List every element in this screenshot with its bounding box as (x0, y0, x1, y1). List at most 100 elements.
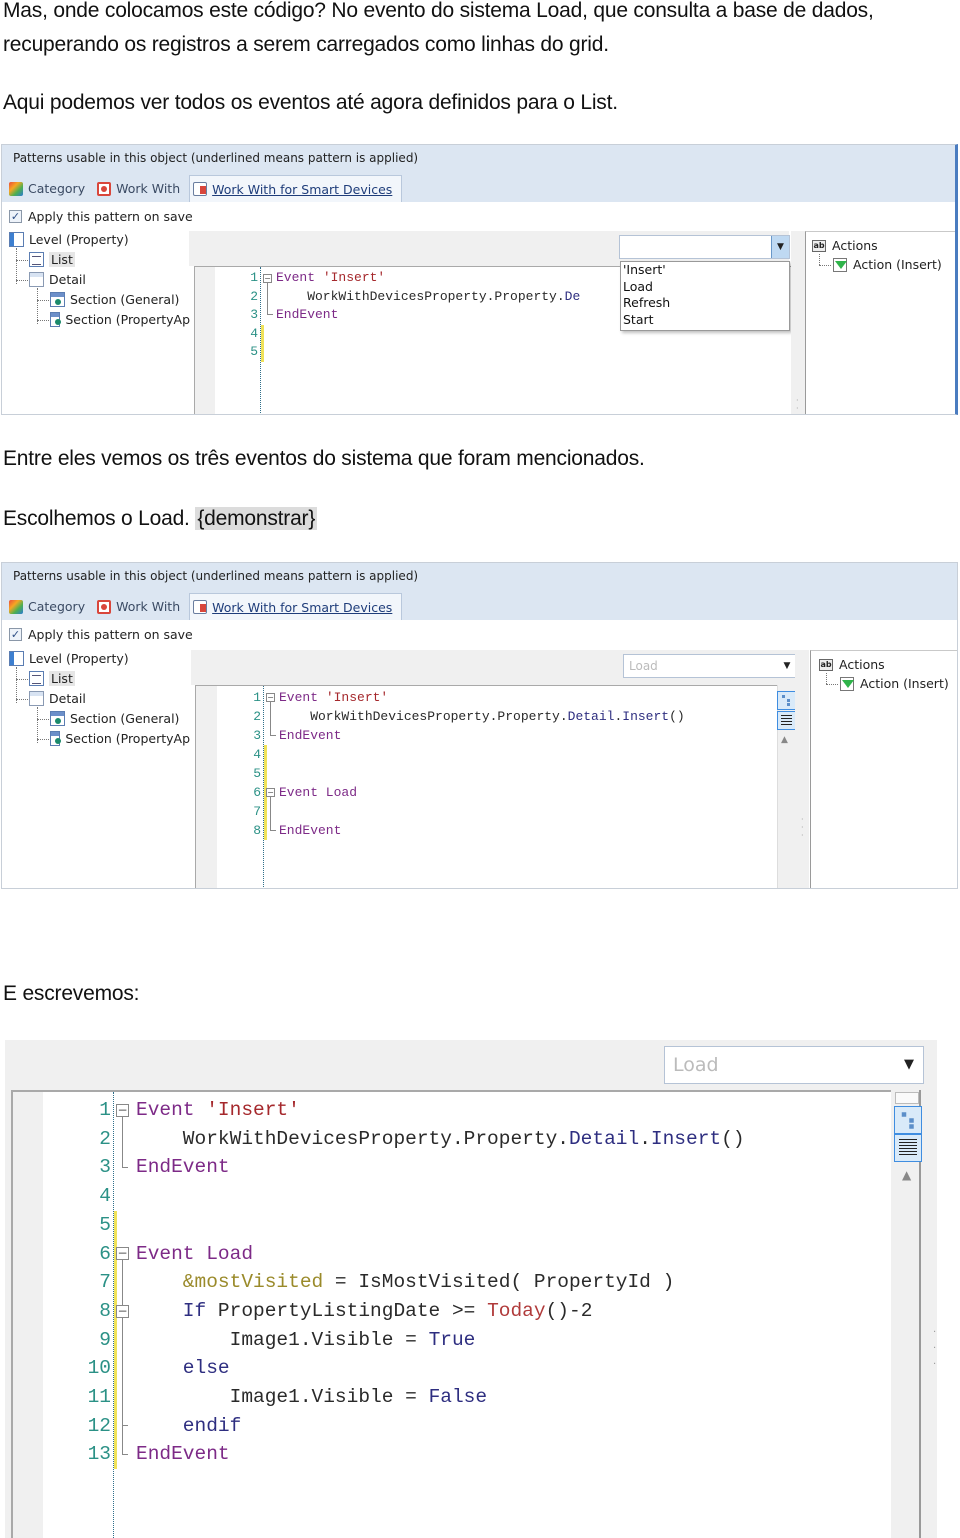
actions-root[interactable]: ab Actions (812, 238, 878, 253)
fold-guide (267, 282, 268, 316)
collapse-toggle-icon[interactable]: − (116, 1103, 129, 1117)
event-selector-combo[interactable]: ▼ (619, 235, 790, 259)
actions-panel: ab Actions Action (Insert) (805, 231, 955, 414)
apply-pattern-checkbox-row[interactable]: ✓ Apply this pattern on save (9, 627, 193, 642)
code-line[interactable]: WorkWithDevicesProperty.Property.Detail.… (136, 1125, 745, 1154)
action-label: Action (Insert) (853, 257, 942, 272)
category-icon (9, 181, 23, 196)
editor-margin (13, 1092, 43, 1538)
code-token: Event (279, 690, 326, 705)
tab-work-with[interactable]: Work With (94, 175, 189, 202)
scroll-up-icon[interactable]: ▲ (781, 735, 788, 745)
tab-work-with-smart-devices[interactable]: Work With for Smart Devices (189, 175, 403, 202)
collapse-toggle-icon[interactable]: − (116, 1304, 129, 1318)
format-code-button[interactable] (894, 1134, 922, 1162)
code-line[interactable]: Event 'Insert' (136, 1096, 300, 1125)
fold-guide-end (122, 1453, 128, 1455)
align-lines-icon (781, 715, 792, 726)
tab-category[interactable]: Category (6, 593, 94, 620)
chevron-down-icon[interactable]: ▼ (895, 1047, 923, 1083)
code-line[interactable]: Event 'Insert' (279, 688, 388, 707)
tree-node-label: List (49, 671, 75, 686)
pattern-tree: Level (Property) List Detail Section (Ge… (9, 650, 190, 760)
dropdown-option-start[interactable]: Start (621, 312, 789, 329)
code-token: EndEvent (136, 1443, 230, 1466)
pattern-panel-screenshot-1: Patterns usable in this object (underlin… (1, 144, 958, 415)
code-editor[interactable]: 1 Event 'Insert' 2 WorkWithDevicesProperty… (195, 685, 777, 888)
code-line[interactable]: EndEvent (136, 1440, 230, 1469)
dropdown-option-insert[interactable]: 'Insert' (621, 262, 789, 279)
actions-root[interactable]: ab Actions (819, 657, 885, 672)
collapse-toggle-icon[interactable]: − (266, 788, 275, 797)
format-code-button[interactable] (777, 711, 796, 730)
event-dropdown-list: 'Insert' Load Refresh Start (620, 261, 790, 331)
code-line[interactable]: Event 'Insert' (276, 269, 385, 288)
collapse-toggle-icon[interactable]: − (116, 1247, 129, 1261)
tree-node-detail[interactable]: Detail (29, 272, 86, 287)
splitter[interactable] (795, 650, 809, 888)
code-editor[interactable]: 1 Event 'Insert' 2 WorkWithDevicesProperty… (11, 1090, 891, 1538)
code-token: &mostVisited (136, 1271, 324, 1294)
chevron-down-icon[interactable]: ▼ (771, 236, 789, 258)
line-number: 1 (250, 270, 258, 285)
tree-node-list[interactable]: List (29, 671, 75, 686)
code-line[interactable]: else (136, 1354, 230, 1383)
event-selector-combo[interactable]: Load ▼ (664, 1046, 924, 1084)
tree-node-level[interactable]: Level (Property) (9, 232, 129, 247)
code-token: () (721, 1127, 745, 1150)
line-number: 5 (253, 766, 261, 781)
event-selector-combo[interactable]: Load ▼ (623, 654, 797, 678)
tree-node-section-general[interactable]: Section (General) (50, 292, 179, 307)
collapse-toggle-icon[interactable]: − (266, 693, 275, 702)
checkbox-checked-icon[interactable]: ✓ (9, 628, 22, 641)
outline-view-button[interactable] (894, 1106, 922, 1134)
tree-node-label: Section (PropertyAp (65, 731, 190, 746)
code-line[interactable]: Image1.Visible = False (136, 1383, 487, 1412)
action-insert-node[interactable]: Action (Insert) (840, 676, 949, 691)
tree-node-section-property[interactable]: Section (PropertyAp (50, 731, 190, 746)
pattern-tabs: Category Work With Work With for Smart D… (6, 175, 403, 202)
code-token: Event (276, 270, 323, 285)
action-insert-node[interactable]: Action (Insert) (833, 257, 942, 272)
tree-node-label: Detail (49, 272, 86, 287)
line-number: 5 (99, 1213, 111, 1236)
tree-connector (16, 260, 28, 261)
collapse-toggle-icon[interactable]: − (263, 273, 272, 283)
code-line[interactable]: Event Load (136, 1240, 253, 1269)
code-line[interactable]: EndEvent (279, 726, 341, 745)
tree-node-section-property[interactable]: Section (PropertyAp (50, 312, 190, 327)
scroll-up-icon[interactable]: ▲ (902, 1168, 911, 1182)
tree-connector (37, 707, 38, 743)
code-line[interactable]: EndEvent (279, 821, 341, 840)
code-line[interactable]: If PropertyListingDate >= Today()-2 (136, 1297, 593, 1326)
tab-work-with-smart-devices[interactable]: Work With for Smart Devices (189, 593, 403, 620)
code-line[interactable]: Image1.Visible = True (136, 1326, 476, 1355)
code-line[interactable]: endif (136, 1412, 242, 1441)
tree-node-label: Level (Property) (29, 232, 129, 247)
tree-node-level[interactable]: Level (Property) (9, 651, 129, 666)
checkbox-checked-icon[interactable]: ✓ (9, 210, 22, 223)
section-icon (50, 292, 65, 307)
code-line[interactable]: EndEvent (136, 1153, 230, 1182)
dropdown-option-refresh[interactable]: Refresh (621, 295, 789, 312)
chevron-down-icon[interactable]: ▼ (778, 655, 796, 677)
tree-node-detail[interactable]: Detail (29, 691, 86, 706)
outline-view-button[interactable] (777, 691, 796, 710)
code-line[interactable]: EndEvent (276, 306, 338, 325)
code-token: Image1.Visible = (136, 1386, 429, 1408)
scrollbar-thumb[interactable] (895, 1092, 919, 1104)
tree-node-list[interactable]: List (29, 252, 75, 267)
tree-node-label: Detail (49, 691, 86, 706)
code-line[interactable]: Event Load (279, 783, 357, 802)
code-line[interactable]: WorkWithDevicesProperty.Property.De (276, 288, 580, 307)
dropdown-option-load[interactable]: Load (621, 279, 789, 296)
tree-node-section-general[interactable]: Section (General) (50, 711, 179, 726)
line-number: 7 (253, 804, 261, 819)
apply-pattern-checkbox-row[interactable]: ✓ Apply this pattern on save (9, 209, 193, 224)
tab-work-with[interactable]: Work With (94, 593, 189, 620)
code-line[interactable]: WorkWithDevicesProperty.Property.Detail.… (279, 707, 685, 726)
code-line[interactable]: &mostVisited = IsMostVisited( PropertyId… (136, 1268, 675, 1297)
tab-category[interactable]: Category (6, 175, 94, 202)
paragraph-three-events: Entre eles vemos os três eventos do sist… (3, 447, 645, 470)
splitter[interactable] (791, 231, 805, 414)
